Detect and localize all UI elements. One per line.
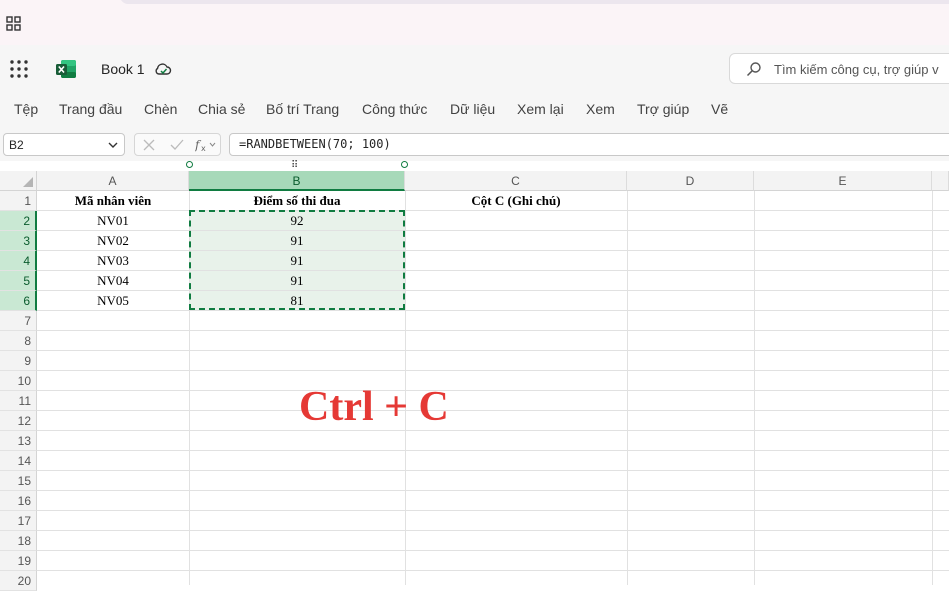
selection-handle[interactable] <box>186 161 193 168</box>
cancel-icon[interactable] <box>143 139 155 151</box>
row-header[interactable]: 2 <box>0 211 37 231</box>
browser-top-strip <box>0 0 949 45</box>
search-placeholder: Tìm kiếm công cụ, trợ giúp v <box>774 62 939 77</box>
row-header[interactable]: 16 <box>0 491 37 511</box>
cell-b1[interactable]: Điểm số thi đua <box>189 191 405 211</box>
cell-c1[interactable]: Cột C (Ghi chú) <box>405 191 627 211</box>
column-header-a[interactable]: A <box>37 171 189 191</box>
cell-a5[interactable]: NV04 <box>37 271 189 291</box>
tab-insert[interactable]: Chèn <box>144 101 177 117</box>
row-header[interactable]: 8 <box>0 331 37 351</box>
tab-page-layout[interactable]: Bố trí Trang <box>266 101 339 117</box>
column-header-b[interactable]: B <box>189 171 405 191</box>
row-header[interactable]: 3 <box>0 231 37 251</box>
row-header[interactable]: 13 <box>0 431 37 451</box>
row-header[interactable]: 14 <box>0 451 37 471</box>
tab-share[interactable]: Chia sẻ <box>198 101 245 117</box>
corner-triangle-icon <box>23 177 33 187</box>
cell-a3[interactable]: NV02 <box>37 231 189 251</box>
row-header[interactable]: 4 <box>0 251 37 271</box>
row-header[interactable]: 10 <box>0 371 37 391</box>
row-header[interactable]: 1 <box>0 191 37 211</box>
column-header-d[interactable]: D <box>627 171 754 191</box>
tab-data[interactable]: Dữ liệu <box>450 101 495 117</box>
workbook-title[interactable]: Book 1 <box>101 61 145 77</box>
confirm-icon[interactable] <box>170 139 184 151</box>
tab-home[interactable]: Trang đầu <box>59 101 122 117</box>
tab-draw[interactable]: Vẽ <box>711 101 728 117</box>
svg-text:x: x <box>201 144 206 153</box>
cell-a2[interactable]: NV01 <box>37 211 189 231</box>
apps-grid-icon[interactable] <box>6 16 22 32</box>
selection-handle[interactable] <box>401 161 408 168</box>
cell-a4[interactable]: NV03 <box>37 251 189 271</box>
formula-actions: f x <box>134 133 221 156</box>
row-header[interactable]: 15 <box>0 471 37 491</box>
search-box[interactable]: Tìm kiếm công cụ, trợ giúp v <box>729 53 949 84</box>
chevron-down-icon[interactable] <box>108 140 118 150</box>
column-header-f[interactable] <box>932 171 949 191</box>
row-header[interactable]: 6 <box>0 291 37 311</box>
row-header[interactable]: 5 <box>0 271 37 291</box>
name-box[interactable]: B2 <box>3 133 125 156</box>
column-header-c[interactable]: C <box>405 171 627 191</box>
select-all-corner[interactable] <box>0 171 37 191</box>
column-header-e[interactable]: E <box>754 171 932 191</box>
drag-grip-icon[interactable]: ⠿ <box>291 160 298 171</box>
formula-text: =RANDBETWEEN(70; 100) <box>239 137 391 151</box>
insert-function-icon[interactable]: f x <box>195 137 217 153</box>
row-header[interactable]: 19 <box>0 551 37 571</box>
row-header[interactable]: 17 <box>0 511 37 531</box>
excel-logo-icon[interactable] <box>55 58 77 80</box>
row-header[interactable]: 11 <box>0 391 37 411</box>
row-header[interactable]: 20 <box>0 571 37 591</box>
row-header[interactable]: 12 <box>0 411 37 431</box>
app-launcher-icon[interactable] <box>9 59 29 79</box>
tab-formulas[interactable]: Công thức <box>362 101 427 117</box>
cell-a1[interactable]: Mã nhân viên <box>37 191 189 211</box>
row-header[interactable]: 7 <box>0 311 37 331</box>
cell-a6[interactable]: NV05 <box>37 291 189 311</box>
tab-file[interactable]: Tệp <box>14 101 38 117</box>
row-header[interactable]: 9 <box>0 351 37 371</box>
search-icon <box>746 62 761 77</box>
tab-review[interactable]: Xem lại <box>517 101 564 117</box>
name-box-value: B2 <box>9 138 24 152</box>
formula-input[interactable]: =RANDBETWEEN(70; 100) <box>229 133 949 156</box>
tab-view[interactable]: Xem <box>586 101 615 117</box>
copy-selection-marquee <box>189 210 405 310</box>
cloud-saved-icon[interactable] <box>154 61 172 77</box>
shortcut-annotation: Ctrl + C <box>299 384 449 430</box>
tab-help[interactable]: Trợ giúp <box>637 101 689 117</box>
row-header[interactable]: 18 <box>0 531 37 551</box>
